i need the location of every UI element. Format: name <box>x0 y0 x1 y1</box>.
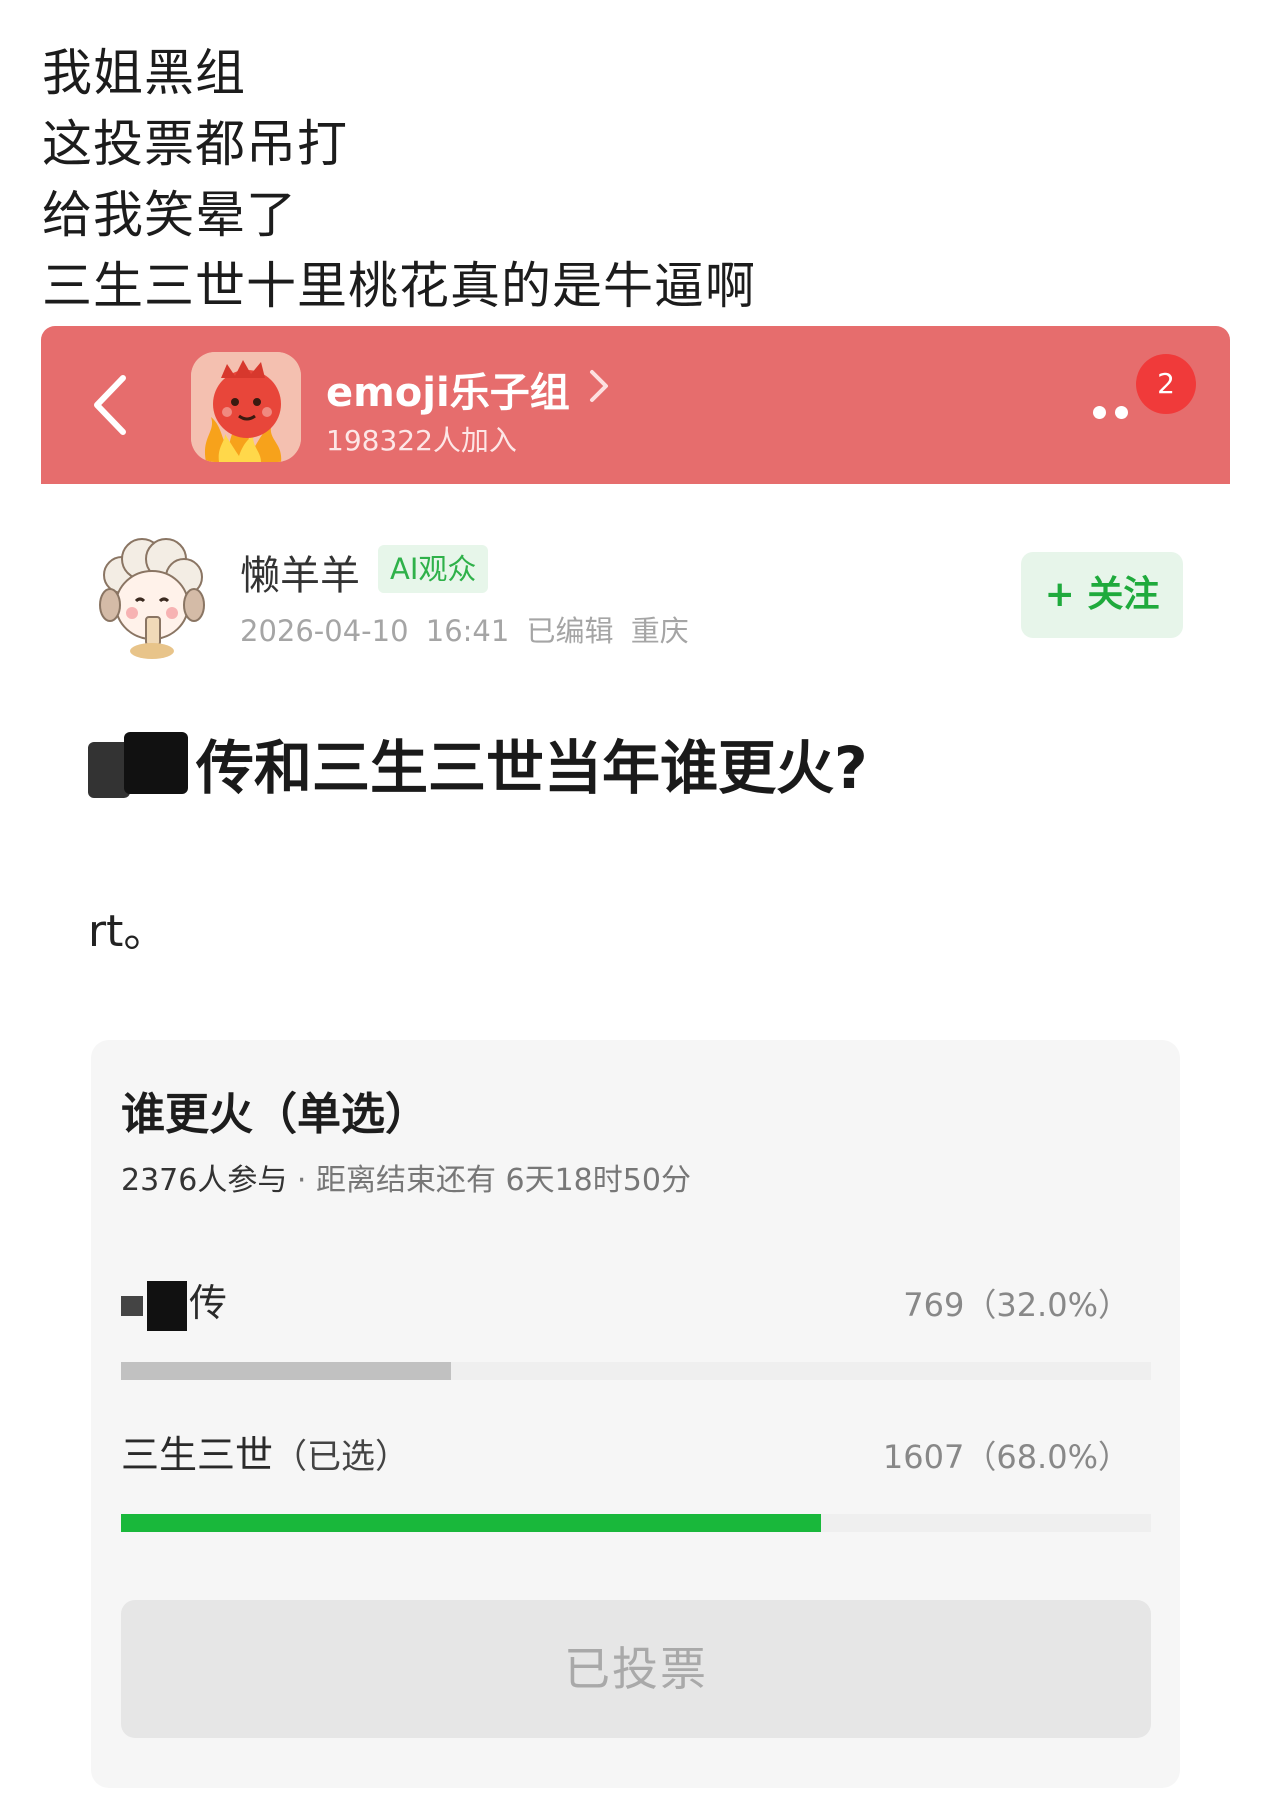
poll-option-bar-fill <box>121 1362 451 1380</box>
redaction-mark <box>121 1295 143 1316</box>
post-title-row: 传和三生三世当年谁更火? <box>88 728 1188 808</box>
caption-line: 三生三世十里桃花真的是牛逼啊 <box>42 257 756 315</box>
poll-option-result: 769（32.0%） <box>903 1286 1130 1324</box>
poll-meta: 2376人参与 · 距离结束还有 6天18时50分 <box>121 1155 691 1199</box>
lazy-sheep-avatar-icon <box>90 535 214 659</box>
author-name[interactable]: 懒羊羊 <box>240 543 360 601</box>
poll-option-result: 1607（68.0%） <box>882 1438 1130 1476</box>
poll-option-label[interactable]: 三生三世（已选） <box>121 1424 409 1479</box>
post-body: rt。 <box>88 906 168 957</box>
post-title: 传和三生三世当年谁更火? <box>196 734 868 802</box>
back-button[interactable] <box>83 370 143 440</box>
poll-option-bar-fill <box>121 1514 822 1532</box>
more-dots-icon <box>1115 406 1128 419</box>
poll-title: 谁更火（单选） <box>121 1089 429 1140</box>
chevron-right-icon <box>590 370 608 402</box>
post-meta: 2026-04-10 16:41 已编辑 重庆 <box>240 614 689 648</box>
caption-line: 我姐黑组 <box>42 44 246 102</box>
notification-badge: 2 <box>1136 354 1196 414</box>
follow-button[interactable]: + 关注 <box>1021 552 1183 638</box>
caption-line: 这投票都吊打 <box>42 115 348 173</box>
author-avatar[interactable] <box>88 533 216 661</box>
member-count: 198322人加入 <box>326 424 517 457</box>
group-name[interactable]: emoji乐子组 <box>326 360 570 418</box>
caption-line: 给我笑晕了 <box>42 186 297 244</box>
ai-audience-tag: AI观众 <box>378 545 489 593</box>
group-info-button[interactable] <box>584 366 614 406</box>
fire-monster-icon <box>191 352 301 462</box>
back-arrow-icon <box>94 375 126 435</box>
poll-option-bar-track <box>121 1362 1151 1380</box>
more-dots-icon <box>1093 406 1106 419</box>
redaction-mark <box>124 732 188 794</box>
poll-card: 谁更火（单选） 2376人参与 · 距离结束还有 6天18时50分 传 769（… <box>91 1040 1180 1788</box>
poll-participants: 2376人参与 <box>121 1163 288 1198</box>
caption: 我姐黑组 这投票都吊打 给我笑晕了 三生三世十里桃花真的是牛逼啊 <box>42 38 756 322</box>
poll-option-label[interactable]: 传 <box>121 1272 227 1331</box>
group-avatar[interactable] <box>191 352 301 462</box>
group-header: emoji乐子组 198322人加入 2 <box>41 326 1230 484</box>
poll-time-remaining: · 距离结束还有 6天18时50分 <box>287 1163 691 1198</box>
redaction-mark <box>147 1280 187 1331</box>
poll-option-text: 传 <box>189 1281 228 1325</box>
poll-option-text: 三生三世 <box>121 1433 274 1477</box>
poll-option-bar-track <box>121 1514 1151 1532</box>
voted-button[interactable]: 已投票 <box>121 1600 1151 1738</box>
selected-indicator: （已选） <box>273 1437 410 1477</box>
